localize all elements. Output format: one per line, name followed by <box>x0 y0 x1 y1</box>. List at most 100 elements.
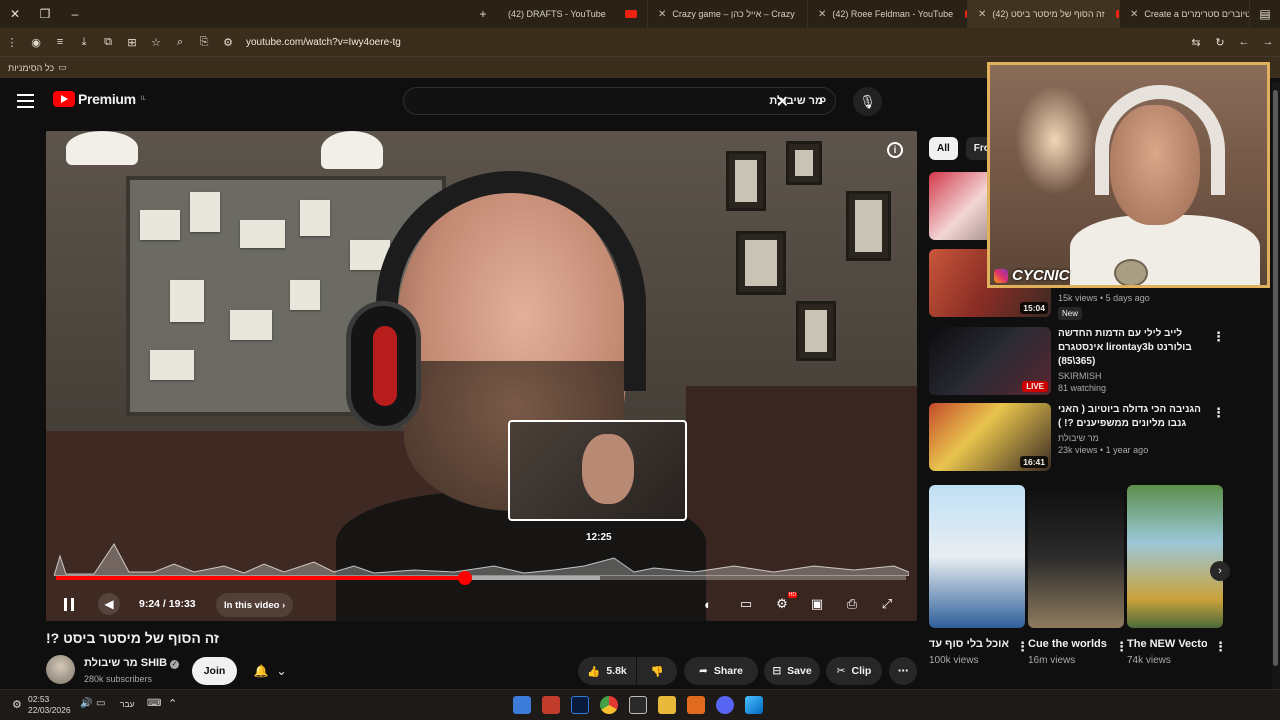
short-item[interactable]: Cue the worlds ... 16m views ⋮ <box>1028 485 1128 666</box>
short-thumbnail[interactable] <box>929 485 1025 628</box>
fullscreen-icon[interactable]: ⤢ <box>875 593 899 615</box>
more-actions-button[interactable]: ⋯ <box>889 657 917 685</box>
keyboard-tray-icon[interactable]: ⌨ <box>147 698 161 709</box>
volume-icon[interactable]: ◀ <box>98 593 120 615</box>
voice-search-icon[interactable]: 🎙 <box>853 87 882 116</box>
subscriber-count: 280k subscribers <box>84 674 153 684</box>
video-meta: לייב לילי עם הדמות החדשה בולורנט lironta… <box>1058 328 1192 393</box>
restore-window-icon[interactable]: ❐ <box>30 0 60 28</box>
live-badge: LIVE <box>1022 381 1048 392</box>
settings-gear-icon[interactable]: ⚙ HD <box>770 592 797 615</box>
hamburger-menu-icon[interactable] <box>17 94 34 108</box>
app-taskbar-icon[interactable] <box>687 696 705 714</box>
epic-games-taskbar-icon[interactable] <box>629 696 647 714</box>
network-tray-icon[interactable]: ▭ <box>96 698 105 709</box>
theater-mode-icon[interactable]: ▣ <box>805 593 829 615</box>
join-button[interactable]: Join <box>192 657 237 685</box>
customize-icon[interactable]: ⇆ <box>1184 36 1208 49</box>
close-tab-icon[interactable]: ✕ <box>658 9 666 20</box>
shorts-next-button[interactable]: › <box>1210 561 1230 581</box>
progress-bar[interactable] <box>56 571 906 585</box>
save-button[interactable]: ⊟ Save <box>764 657 820 685</box>
close-tab-icon[interactable]: ✕ <box>978 9 986 20</box>
download-icon[interactable]: ⤓ <box>72 36 96 49</box>
cast-icon[interactable]: ⎙ <box>840 593 864 615</box>
video-player[interactable]: i 12:25 ◀ 9:24 / 19:33 In this video › ◐… <box>46 131 917 621</box>
puzzle-icon[interactable]: ⊞ <box>120 36 144 49</box>
short-item[interactable]: אוכל בלי סוף עד שהוא מנצח 100k views ⋮ <box>929 485 1029 666</box>
share-icon: ➦ <box>699 665 708 677</box>
browser-tab[interactable]: ✕ Crazy game – אייל כהן – Crazy <box>648 0 808 28</box>
chip-all[interactable]: All <box>929 137 958 160</box>
app-taskbar-icon[interactable] <box>542 696 560 714</box>
file-explorer-taskbar-icon[interactable] <box>658 696 676 714</box>
back-icon[interactable]: ← <box>1232 36 1256 48</box>
menu-icon[interactable]: ⋮ <box>0 36 24 49</box>
subscribe-bell-button[interactable]: 🔔 ⌄ <box>245 657 295 685</box>
youtube-logo[interactable]: Premium IL <box>53 91 146 107</box>
video-thumbnail[interactable]: 16:41 <box>929 403 1051 471</box>
recommended-item[interactable]: 16:41 הגניבה הכי גדולה ביוטיוב ( האני גנ… <box>929 403 1229 473</box>
chapters-button[interactable]: In this video › <box>216 593 294 617</box>
pause-button[interactable] <box>62 593 76 615</box>
forward-icon[interactable]: → <box>1256 36 1280 48</box>
autoplay-toggle-icon[interactable]: ◐ <box>696 593 720 615</box>
clear-search-icon[interactable]: ✕ <box>776 92 789 112</box>
dislike-button[interactable]: 👎 <box>637 657 677 685</box>
browser-tab-active[interactable]: ✕ (42) זה הסוף של מיסטר ביסט <box>968 0 1120 28</box>
extensions-icon[interactable]: ⧉ <box>96 36 120 49</box>
url-field[interactable]: youtube.com/watch?v=Iwy4oere-tg <box>246 37 401 48</box>
install-icon[interactable]: ⎘ <box>192 36 216 49</box>
windows-start-icon[interactable] <box>745 696 763 714</box>
close-tab-icon[interactable]: ✕ <box>1130 9 1138 20</box>
minimize-window-icon[interactable]: – <box>60 0 90 28</box>
browser-tab[interactable]: (42) DRAFTS - YouTube <box>498 0 648 28</box>
close-window-icon[interactable]: ✕ <box>0 0 30 28</box>
channel-avatar[interactable] <box>46 655 75 684</box>
close-tab-icon[interactable]: ✕ <box>818 9 826 20</box>
new-tab-icon[interactable]: + <box>468 0 498 28</box>
site-info-icon[interactable]: ⚙ <box>216 36 240 49</box>
browser-tab[interactable]: ✕ Create a יוטיוברים סטרימרים <box>1120 0 1250 28</box>
video-thumbnail[interactable]: LIVE <box>929 327 1051 395</box>
recommended-item[interactable]: LIVE לייב לילי עם הדמות החדשה בולורנט li… <box>929 327 1229 397</box>
zoom-icon[interactable]: ⌕ <box>168 36 192 49</box>
browser-tab[interactable]: ✕ (42) Roee Feldman - YouTube <box>808 0 968 28</box>
page-scrollbar[interactable] <box>1272 82 1280 689</box>
info-icon[interactable]: i <box>887 142 903 158</box>
more-options-icon[interactable]: ⋮ <box>1212 329 1225 345</box>
channel-name[interactable]: מר שיבולת SHIB ✓ <box>84 657 180 669</box>
thumbs-up-icon: 👍 <box>587 665 601 678</box>
chevron-up-icon[interactable]: ⌃ <box>168 697 177 710</box>
bookmark-star-icon[interactable]: ☆ <box>144 36 168 49</box>
reading-list-icon[interactable]: ≡ <box>48 36 72 48</box>
discord-taskbar-icon[interactable] <box>716 696 734 714</box>
search-input[interactable]: מר שיבולת ✕ ⌕ <box>403 87 836 115</box>
share-button[interactable]: ➦ Share <box>684 657 758 685</box>
profile-icon[interactable]: ◉ <box>24 36 48 49</box>
progress-scrubber[interactable] <box>457 571 472 585</box>
language-indicator[interactable]: עבר <box>120 699 135 709</box>
more-options-icon[interactable]: ⋮ <box>1212 405 1225 421</box>
all-bookmarks-label[interactable]: כל הסימניות <box>8 63 54 73</box>
photoshop-taskbar-icon[interactable] <box>571 696 589 714</box>
volume-tray-icon[interactable]: 🔊 <box>80 698 92 709</box>
clip-button[interactable]: ✂ Clip <box>826 657 882 685</box>
short-thumbnail[interactable] <box>1127 485 1223 628</box>
short-item[interactable]: The NEW Vector 7 ... 74k views ⋮ <box>1127 485 1227 666</box>
more-options-icon[interactable]: ⋮ <box>1214 639 1227 655</box>
settings-tray-icon[interactable]: ⚙ <box>12 698 22 711</box>
like-button[interactable]: 👍 5.8k <box>578 657 636 685</box>
instagram-icon <box>994 268 1008 283</box>
notepad-taskbar-icon[interactable] <box>513 696 531 714</box>
subtitles-icon[interactable]: ▭ <box>734 593 758 615</box>
chrome-taskbar-icon[interactable] <box>600 696 618 714</box>
browser-tab-strip: ✕ ❐ – + (42) DRAFTS - YouTube ✕ Crazy ga… <box>0 0 1280 28</box>
tab-search-icon[interactable]: ▤ <box>1250 0 1280 28</box>
search-icon[interactable]: ⌕ <box>819 91 827 108</box>
bell-icon: 🔔 <box>253 664 269 678</box>
reload-icon[interactable]: ↻ <box>1208 36 1232 49</box>
system-clock[interactable]: 02:53 22/03/2026 <box>28 694 71 716</box>
short-thumbnail[interactable] <box>1028 485 1124 628</box>
time-display: 9:24 / 19:33 <box>139 598 196 610</box>
